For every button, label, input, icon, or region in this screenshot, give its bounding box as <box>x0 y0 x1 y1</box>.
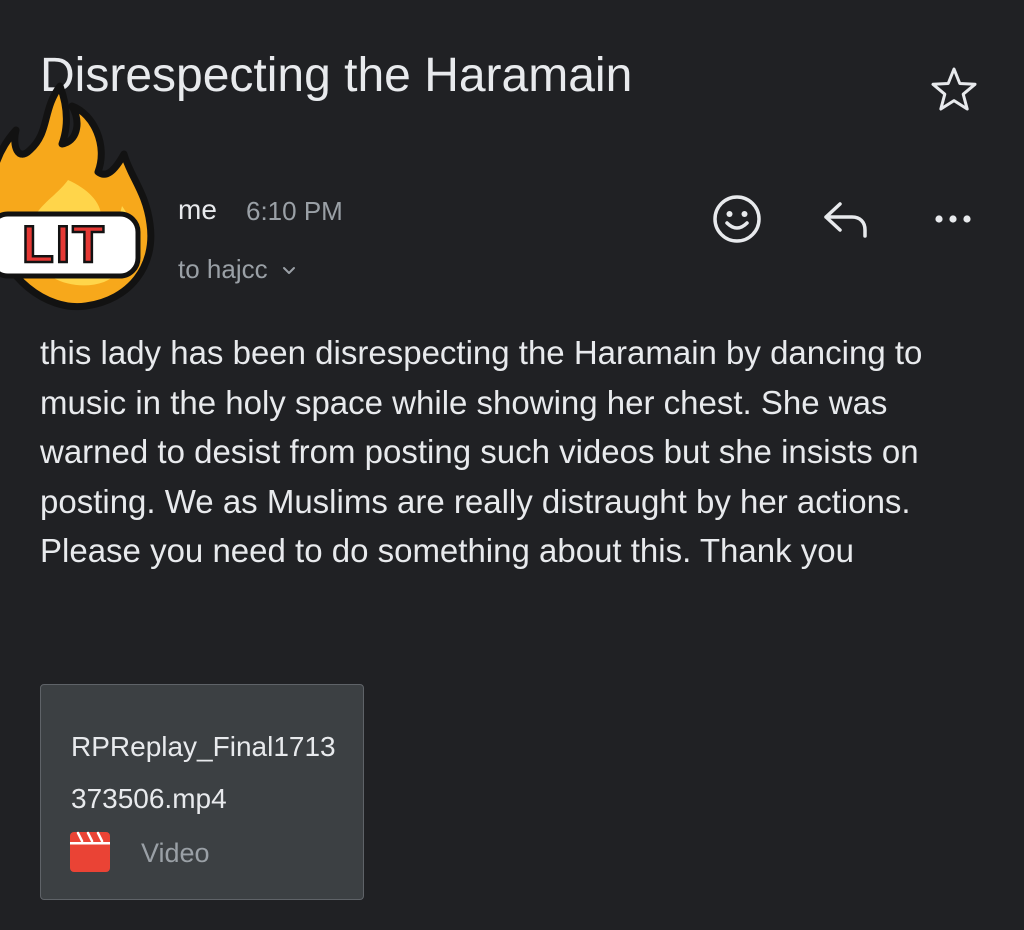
recipients-toggle[interactable]: to hajcc <box>178 252 297 286</box>
video-clapper-icon <box>70 831 110 872</box>
lit-fire-sticker: LIT <box>0 82 155 311</box>
video-attachment-card[interactable]: RPReplay_Final1713373506.mp4 Video <box>40 684 364 900</box>
chevron-down-icon <box>282 267 295 275</box>
sticker-text: LIT <box>22 216 106 274</box>
sender-name: me <box>178 194 217 225</box>
attachment-filename: RPReplay_Final1713373506.mp4 <box>71 731 336 814</box>
recipients-label: to hajcc <box>178 254 268 284</box>
more-options-icon[interactable] <box>928 204 978 234</box>
sent-time: 6:10 PM <box>246 196 343 226</box>
emoji-reaction-icon[interactable] <box>710 192 764 246</box>
star-icon[interactable] <box>928 64 980 116</box>
attachment-type: Video <box>141 838 210 868</box>
reply-icon[interactable] <box>820 196 872 242</box>
email-body: this lady has been disrespecting the Har… <box>40 334 923 570</box>
